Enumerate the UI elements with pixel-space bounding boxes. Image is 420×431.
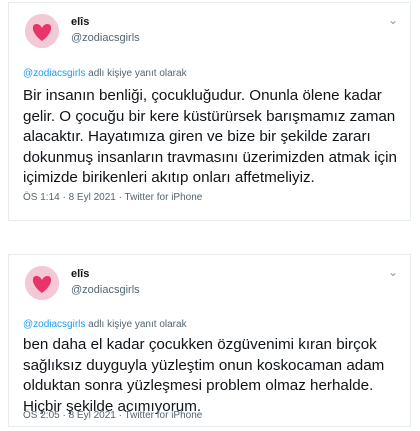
- tweet-text: Bir insanın benliği, çocukluğudur. Onunl…: [23, 87, 397, 186]
- tweet-card[interactable]: elîs @zodiacsgirls ⌄ @zodiacsgirls adlı …: [8, 254, 411, 427]
- avatar[interactable]: [25, 14, 59, 48]
- heart-icon: [25, 14, 59, 48]
- reply-context-label: adlı kişiye yanıt olarak: [85, 319, 187, 330]
- reply-mention-link[interactable]: @zodiacsgirls: [23, 319, 85, 330]
- reply-context: @zodiacsgirls adlı kişiye yanıt olarak: [23, 319, 187, 330]
- avatar[interactable]: [25, 266, 59, 300]
- reply-context: @zodiacsgirls adlı kişiye yanıt olarak: [23, 68, 187, 79]
- heart-icon: [25, 266, 59, 300]
- reply-mention-link[interactable]: @zodiacsgirls: [23, 68, 85, 79]
- display-name[interactable]: elîs: [71, 268, 89, 280]
- display-name[interactable]: elîs: [71, 16, 89, 28]
- user-handle[interactable]: @zodiacsgirls: [71, 32, 140, 44]
- chevron-down-icon[interactable]: ⌄: [388, 265, 398, 279]
- tweet-text: ben daha el kadar çocukken özgüvenimi kı…: [23, 336, 385, 415]
- chevron-down-icon[interactable]: ⌄: [388, 13, 398, 27]
- user-handle[interactable]: @zodiacsgirls: [71, 284, 140, 296]
- tweet-timestamp[interactable]: ÖS 2:05 · 8 Eyl 2021 · Twitter for iPhon…: [23, 410, 202, 421]
- tweet-card[interactable]: elîs @zodiacsgirls ⌄ @zodiacsgirls adlı …: [8, 2, 411, 221]
- reply-context-label: adlı kişiye yanıt olarak: [85, 68, 187, 79]
- tweet-timestamp[interactable]: ÖS 1:14 · 8 Eyl 2021 · Twitter for iPhon…: [23, 192, 202, 203]
